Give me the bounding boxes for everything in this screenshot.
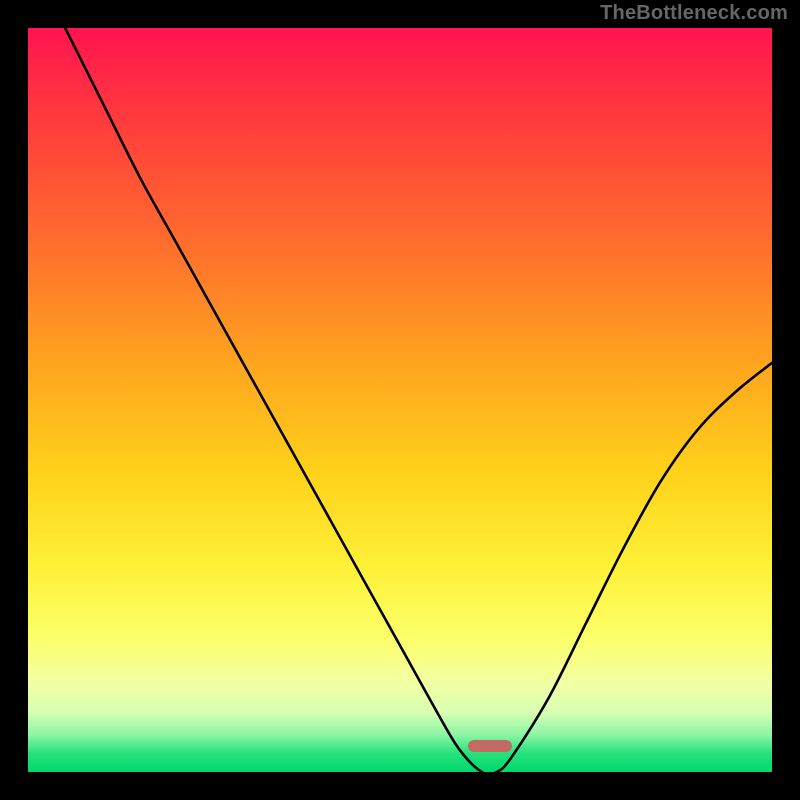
bottom-marker-pill xyxy=(468,740,512,752)
plot-area xyxy=(28,28,772,772)
chart-frame: TheBottleneck.com xyxy=(0,0,800,800)
bottleneck-curve xyxy=(28,28,772,772)
watermark-text: TheBottleneck.com xyxy=(600,2,788,25)
